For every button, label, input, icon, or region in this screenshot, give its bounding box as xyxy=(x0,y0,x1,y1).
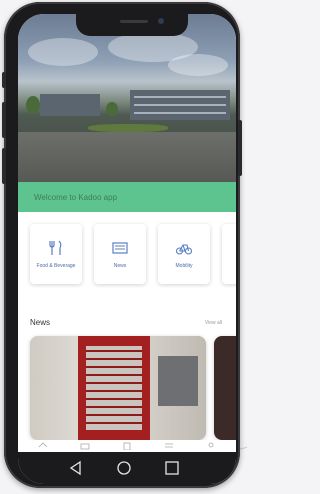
app-screen: Welcome to Kadoo app Food & Beverage New… xyxy=(18,14,236,484)
front-camera xyxy=(158,18,164,24)
news-heading: News xyxy=(30,318,51,327)
recents-icon[interactable] xyxy=(164,460,180,476)
cloud-shape xyxy=(168,54,228,76)
booth-windows xyxy=(86,346,142,430)
planter-shape xyxy=(88,124,168,132)
people-shape xyxy=(158,356,198,406)
speaker-grille xyxy=(120,20,148,23)
phone-side-button xyxy=(2,102,6,138)
news-icon[interactable] xyxy=(80,442,90,450)
quick-link-label: Food & Beverage xyxy=(36,263,76,269)
bottom-tab-bar xyxy=(18,440,236,452)
welcome-banner: Welcome to Kadoo app xyxy=(18,182,236,212)
phone-notch xyxy=(76,14,188,36)
tree-shape xyxy=(26,96,40,114)
welcome-text: Welcome to Kadoo app xyxy=(34,192,118,202)
news-card[interactable] xyxy=(30,336,206,440)
fork-knife-icon xyxy=(49,240,62,255)
quick-link-news[interactable]: News xyxy=(94,224,146,284)
list-icon[interactable] xyxy=(164,442,174,450)
profile-icon[interactable] xyxy=(206,442,216,450)
phone-power-button xyxy=(238,120,242,176)
hero-image xyxy=(18,14,236,182)
phone-side-button xyxy=(2,72,6,88)
quick-links: Food & Beverage News Mobility xyxy=(22,224,236,284)
home-icon[interactable] xyxy=(38,442,48,450)
quick-link-more[interactable] xyxy=(222,224,236,284)
building-windows xyxy=(134,96,226,98)
building-windows xyxy=(134,104,226,106)
home-circle-icon[interactable] xyxy=(116,460,132,476)
quick-link-label: Mobility xyxy=(175,263,193,269)
newspaper-icon xyxy=(112,242,128,254)
back-icon[interactable] xyxy=(68,460,84,476)
building-shape xyxy=(40,94,100,116)
tree-shape xyxy=(106,102,118,116)
phone-side-button xyxy=(2,148,6,184)
phone-frame: Welcome to Kadoo app Food & Beverage New… xyxy=(2,2,242,488)
quick-link-food[interactable]: Food & Beverage xyxy=(30,224,82,284)
plaza-ground xyxy=(18,132,236,182)
quick-link-label: News xyxy=(113,263,127,269)
bicycle-icon xyxy=(175,244,193,255)
document-icon[interactable] xyxy=(122,442,132,450)
system-nav-bar xyxy=(18,452,236,484)
cloud-shape xyxy=(28,38,98,66)
quick-link-mobility[interactable]: Mobility xyxy=(158,224,210,284)
news-card[interactable] xyxy=(214,336,236,440)
view-all-link[interactable]: View all xyxy=(205,320,222,326)
building-windows xyxy=(134,112,226,114)
